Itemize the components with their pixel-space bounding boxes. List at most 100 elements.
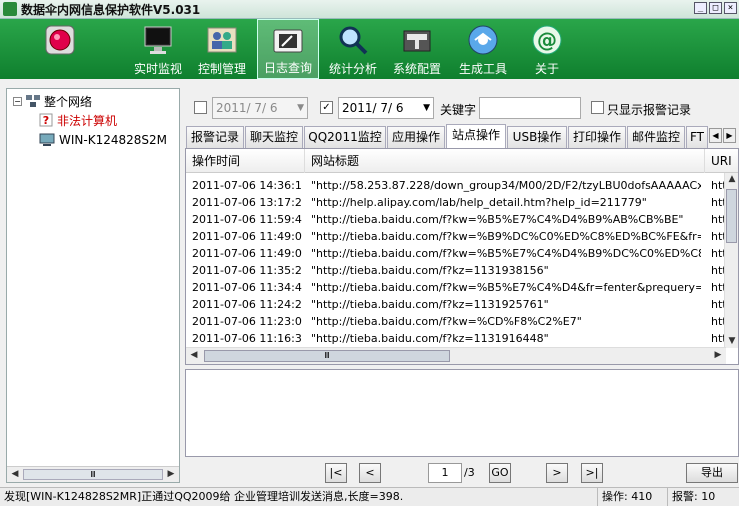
- tree-root-label: 整个网络: [44, 94, 93, 109]
- tree-horizontal-scrollbar[interactable]: ◀ Ⅲ ▶: [7, 466, 179, 482]
- table-row[interactable]: 2011-07-06 11:49:01 "http://tieba.baidu.…: [186, 228, 725, 245]
- tab-scroll-left-icon[interactable]: ◀: [709, 128, 722, 143]
- cell-uri: http: [711, 264, 725, 277]
- table-row[interactable]: 2011-07-06 11:49:00 "http://tieba.baidu.…: [186, 245, 725, 262]
- toolbar-generate-tools[interactable]: 生成工具: [457, 19, 509, 79]
- scroll-thumb[interactable]: Ⅲ: [204, 350, 450, 362]
- tab-chat-monitor[interactable]: 聊天监控: [245, 126, 303, 148]
- to-date-picker[interactable]: 2011/ 7/ 6 ▼: [338, 97, 434, 119]
- toolbar-realtime-monitor[interactable]: 实时监视: [132, 19, 184, 79]
- svg-text:@: @: [537, 28, 557, 52]
- tab-scroll-right-icon[interactable]: ▶: [723, 128, 736, 143]
- tab-app-operations[interactable]: 应用操作: [387, 126, 445, 148]
- toolbar-label: 统计分析: [328, 62, 377, 76]
- scroll-right-icon[interactable]: ▶: [164, 468, 178, 481]
- tree-item-illegal-computers[interactable]: ? 非法计算机: [39, 111, 117, 129]
- tab-qq2011-monitor[interactable]: QQ2011监控: [304, 126, 386, 148]
- toolbar-log-query[interactable]: 日志查询: [257, 19, 319, 79]
- toolbar-about[interactable]: @ 关于: [521, 19, 573, 79]
- from-date-picker[interactable]: 2011/ 7/ 6 ▼: [212, 97, 308, 119]
- status-message: 发现[WIN-K124828S2MR]正通过QQ2009给 企业管理培训发送消息…: [0, 488, 598, 506]
- cell-title: "http://help.alipay.com/lab/help_detail.…: [311, 196, 647, 209]
- scroll-down-icon[interactable]: ▼: [725, 335, 738, 348]
- scroll-left-icon[interactable]: ◀: [187, 349, 201, 362]
- dropdown-arrow-icon[interactable]: ▼: [423, 98, 430, 118]
- cell-uri: http: [711, 196, 725, 209]
- table-vertical-scrollbar[interactable]: ▲ ▼: [724, 173, 738, 348]
- network-tree[interactable]: − 整个网络 ? 非法计算机 WIN-K124828S2M ◀ Ⅲ ▶: [6, 88, 180, 483]
- cell-title: "http://tieba.baidu.com/f?kw=%B9%DC%C0%E…: [311, 230, 701, 243]
- tab-print-operations[interactable]: 打印操作: [568, 126, 626, 148]
- table-row[interactable]: 2011-07-06 11:24:23 "http://tieba.baidu.…: [186, 296, 725, 313]
- table-row[interactable]: 2011-07-06 11:16:30 "http://tieba.baidu.…: [186, 330, 725, 347]
- maximize-button[interactable]: □: [709, 2, 722, 14]
- tab-alarm-records[interactable]: 报警记录: [186, 126, 244, 148]
- tab-site-operations[interactable]: 站点操作: [446, 124, 506, 148]
- cd-icon: [468, 25, 498, 55]
- toolbar-control-management[interactable]: 控制管理: [196, 19, 248, 79]
- scroll-left-icon[interactable]: ◀: [8, 468, 22, 481]
- table-header: 操作时间 网站标题 URI: [186, 149, 738, 173]
- close-button[interactable]: ×: [724, 2, 737, 14]
- cell-time: 2011-07-06 14:36:14: [192, 179, 302, 192]
- table-row[interactable]: 2011-07-06 11:35:28 "http://tieba.baidu.…: [186, 262, 725, 279]
- window-title: 数据伞内网信息保护软件V5.031: [21, 2, 201, 17]
- cell-time: 2011-07-06 11:59:43: [192, 213, 302, 226]
- go-button[interactable]: GO: [489, 463, 511, 483]
- scroll-thumb[interactable]: [726, 189, 737, 243]
- cell-time: 2011-07-06 11:35:28: [192, 264, 302, 277]
- cell-time: 2011-07-06 11:24:23: [192, 298, 302, 311]
- next-page-button[interactable]: >: [546, 463, 568, 483]
- network-icon: [26, 95, 40, 107]
- tree-root[interactable]: − 整个网络: [13, 92, 92, 110]
- table-row[interactable]: 2011-07-06 14:36:14 "http://58.253.87.22…: [186, 177, 725, 194]
- tab-ftp[interactable]: FT: [686, 126, 708, 148]
- cell-title: "http://58.253.87.228/down_group34/M00/2…: [311, 179, 701, 192]
- minimize-button[interactable]: _: [694, 2, 707, 14]
- column-header-site-title[interactable]: 网站标题: [305, 149, 705, 173]
- alarm-only-checkbox[interactable]: [591, 101, 604, 114]
- scroll-up-icon[interactable]: ▲: [725, 173, 738, 186]
- last-page-button[interactable]: >|: [581, 463, 603, 483]
- table-row[interactable]: 2011-07-06 13:17:20 "http://help.alipay.…: [186, 194, 725, 211]
- cell-uri: http: [711, 315, 725, 328]
- app-icon: [3, 2, 17, 16]
- page-number-input[interactable]: 1: [428, 463, 462, 483]
- column-header-uri[interactable]: URI: [705, 149, 738, 173]
- from-date-checkbox[interactable]: [194, 101, 207, 114]
- table-row[interactable]: 2011-07-06 11:34:49 "http://tieba.baidu.…: [186, 279, 725, 296]
- keyword-input[interactable]: [479, 97, 581, 119]
- cell-time: 2011-07-06 11:49:00: [192, 247, 302, 260]
- scroll-right-icon[interactable]: ▶: [711, 349, 725, 362]
- cell-uri: http: [711, 298, 725, 311]
- status-alarm-count: 报警: 10: [672, 490, 716, 503]
- magnifier-icon: [339, 26, 368, 55]
- toolbar-statistics[interactable]: 统计分析: [327, 19, 379, 79]
- table-horizontal-scrollbar[interactable]: ◀ Ⅲ ▶: [186, 347, 726, 364]
- keyword-label: 关键字: [440, 103, 477, 117]
- cell-uri: http: [711, 213, 725, 226]
- dropdown-arrow-icon[interactable]: ▼: [297, 98, 304, 118]
- tab-mail-monitor[interactable]: 邮件监控: [627, 126, 685, 148]
- total-pages-label: /3: [464, 466, 475, 479]
- prev-page-button[interactable]: <: [359, 463, 381, 483]
- column-header-time[interactable]: 操作时间: [186, 149, 305, 173]
- table-row[interactable]: 2011-07-06 11:59:43 "http://tieba.baidu.…: [186, 211, 725, 228]
- toolbar-record-button[interactable]: [38, 19, 82, 79]
- title-bar: 数据伞内网信息保护软件V5.031 _ □ ×: [0, 0, 739, 19]
- to-date-checkbox[interactable]: ✓: [320, 101, 333, 114]
- collapse-icon[interactable]: −: [13, 96, 22, 106]
- cell-title: "http://tieba.baidu.com/f?kz=1131938156": [311, 264, 549, 277]
- toolbar-system-config[interactable]: 系统配置: [391, 19, 443, 79]
- tab-usb-operations[interactable]: USB操作: [507, 126, 567, 148]
- first-page-button[interactable]: |<: [325, 463, 347, 483]
- export-button[interactable]: 导出: [686, 463, 738, 483]
- scroll-thumb[interactable]: Ⅲ: [23, 469, 163, 480]
- tree-item-computer[interactable]: WIN-K124828S2M: [39, 131, 167, 149]
- question-computer-icon: ?: [39, 113, 53, 127]
- cell-time: 2011-07-06 13:17:20: [192, 196, 302, 209]
- cell-title: "http://tieba.baidu.com/f?kz=1131925761": [311, 298, 549, 311]
- table-row[interactable]: 2011-07-06 11:23:03 "http://tieba.baidu.…: [186, 313, 725, 330]
- cell-title: "http://tieba.baidu.com/f?kw=%B5%E7%C4%D…: [311, 281, 701, 294]
- ie-icon: @: [532, 25, 562, 55]
